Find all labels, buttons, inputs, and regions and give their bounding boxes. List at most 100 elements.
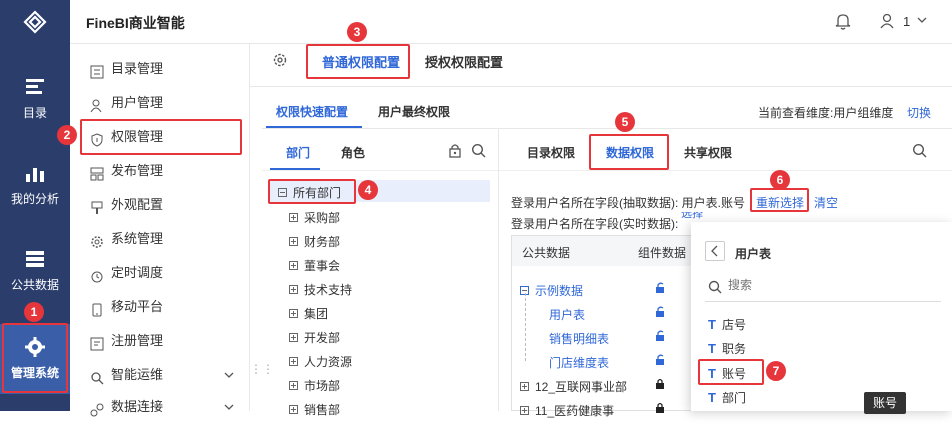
tab-role[interactable]: 角色: [341, 144, 365, 161]
expand-icon[interactable]: [289, 213, 298, 222]
highlight-box-reselect: [750, 188, 809, 212]
unlock-icon[interactable]: [655, 282, 665, 294]
table-row[interactable]: 门店维度表: [549, 354, 609, 371]
nav-item-public-data[interactable]: 公共数据: [0, 236, 70, 306]
tree-node-label: 采购部: [304, 211, 341, 225]
chevron-down-icon[interactable]: [917, 17, 927, 24]
table-row-label: 门店维度表: [549, 356, 610, 370]
tree-node[interactable]: 采购部: [289, 209, 340, 226]
sidebar-item-catalog[interactable]: 目录管理: [90, 56, 163, 82]
tree-node[interactable]: 技术支持: [289, 281, 352, 298]
expand-icon[interactable]: [289, 237, 298, 246]
expand-icon[interactable]: [289, 381, 298, 390]
sidebar-item-label: 用户管理: [111, 95, 164, 110]
nav-item-catalog[interactable]: 目录: [0, 64, 70, 134]
sidebar-item-appearance[interactable]: 外观配置: [90, 192, 163, 218]
extract-field-value: 用户表.账号: [681, 196, 746, 210]
tree-node[interactable]: 销售部: [289, 401, 340, 418]
sidebar-item-connections[interactable]: 数据连接: [90, 394, 240, 420]
field-label: 职务: [721, 342, 746, 356]
lock-icon[interactable]: [655, 378, 665, 390]
resize-handle-icon[interactable]: ⋮⋮: [250, 362, 274, 376]
nav-label: 我的分析: [10, 192, 59, 206]
step-badge-4: 4: [358, 180, 378, 200]
expand-icon[interactable]: [289, 309, 298, 318]
app-title: FineBI商业智能: [86, 15, 185, 31]
sidebar-item-label: 移动平台: [111, 299, 164, 314]
lock-icon[interactable]: [655, 402, 665, 414]
table-row[interactable]: 示例数据: [520, 282, 583, 299]
text-field-icon: T: [708, 341, 716, 356]
field-item[interactable]: T 店号: [708, 316, 746, 333]
tree-node[interactable]: 财务部: [289, 233, 340, 250]
unlock-icon[interactable]: [655, 306, 665, 318]
table-row[interactable]: 12_互联网事业部: [520, 378, 627, 395]
top-bar: FineBI商业智能 1: [70, 0, 952, 44]
search-icon[interactable]: [471, 143, 486, 158]
sidebar-item-users[interactable]: 用户管理: [90, 90, 163, 116]
tab-final-permission[interactable]: 用户最终权限: [378, 103, 450, 120]
tab-grant-permission[interactable]: 授权权限配置: [425, 52, 503, 71]
chevron-down-icon: [224, 404, 234, 410]
sidebar-item-label: 智能运维: [111, 367, 164, 382]
chevron-down-icon: [224, 372, 234, 378]
clear-link[interactable]: 清空: [814, 194, 838, 211]
sidebar-item-system[interactable]: 系统管理: [90, 226, 163, 252]
table-header-public-data: 公共数据: [522, 246, 571, 260]
expand-icon[interactable]: [289, 357, 298, 366]
table-row[interactable]: 用户表: [549, 306, 585, 323]
sidebar-item-schedule[interactable]: 定时调度: [90, 260, 163, 286]
tree-node[interactable]: 董事会: [289, 257, 340, 274]
bell-icon[interactable]: [835, 12, 851, 30]
user-icon[interactable]: [879, 12, 895, 30]
table-row[interactable]: 销售明细表: [549, 330, 609, 347]
back-button[interactable]: [705, 241, 725, 261]
tree-node-label: 开发部: [304, 331, 341, 345]
highlight-box-management: [2, 323, 68, 393]
dimension-label: 当前查看维度:用户组维度: [758, 106, 894, 120]
sidebar-item-ops[interactable]: 智能运维: [90, 362, 240, 388]
tab-department[interactable]: 部门: [286, 144, 310, 161]
realtime-select-link[interactable]: 选择: [681, 212, 703, 221]
highlight-box-normal-permission: [306, 44, 410, 79]
tab-share-permission[interactable]: 共享权限: [684, 144, 732, 161]
extract-field-line: 登录用户名所在字段(抽取数据): 用户表.账号: [511, 194, 745, 211]
expand-icon[interactable]: [289, 405, 298, 414]
sidebar-item-register[interactable]: 注册管理: [90, 328, 163, 354]
search-icon[interactable]: [912, 143, 927, 158]
expand-icon[interactable]: [289, 285, 298, 294]
sidebar-item-label: 定时调度: [111, 265, 164, 280]
divider: [262, 128, 952, 129]
nav-item-analysis[interactable]: 我的分析: [0, 150, 70, 220]
tab-catalog-permission[interactable]: 目录权限: [527, 144, 575, 161]
lock-filter-icon[interactable]: [448, 143, 462, 158]
user-name[interactable]: 1: [903, 14, 910, 29]
tree-node[interactable]: 市场部: [289, 377, 340, 394]
sidebar-item-publish[interactable]: 发布管理: [90, 158, 163, 184]
brush-icon: [90, 198, 104, 214]
tree-node[interactable]: 开发部: [289, 329, 340, 346]
unlock-icon[interactable]: [655, 354, 665, 366]
table-row-label: 12_互联网事业部: [535, 380, 628, 394]
tree-node[interactable]: 集团: [289, 305, 328, 322]
expand-icon[interactable]: [520, 382, 529, 391]
gear-icon: [90, 232, 104, 248]
admin-sidebar: 目录管理 用户管理 权限管理 发布管理 外观配置 系统管理 定时调度 移动平台 …: [70, 44, 250, 417]
tree-node[interactable]: 人力资源: [289, 353, 352, 370]
catalog-icon: [26, 79, 44, 94]
unlock-icon[interactable]: [655, 330, 665, 342]
divider: [250, 86, 952, 87]
settings-gear-icon[interactable]: [272, 52, 288, 68]
expand-icon[interactable]: [289, 333, 298, 342]
field-item[interactable]: T 职务: [708, 340, 746, 357]
field-item[interactable]: T 部门: [708, 389, 746, 406]
finebi-logo-icon[interactable]: [0, 0, 70, 44]
expand-icon[interactable]: [289, 261, 298, 270]
tree-node-label: 市场部: [304, 379, 341, 393]
tab-quick-config[interactable]: 权限快速配置: [276, 103, 348, 120]
step-badge-6: 6: [770, 170, 790, 190]
switch-link[interactable]: 切换: [907, 104, 931, 121]
tree-node-label: 财务部: [304, 235, 341, 249]
sidebar-item-mobile[interactable]: 移动平台: [90, 294, 163, 320]
popup-search-input[interactable]: [728, 275, 928, 295]
